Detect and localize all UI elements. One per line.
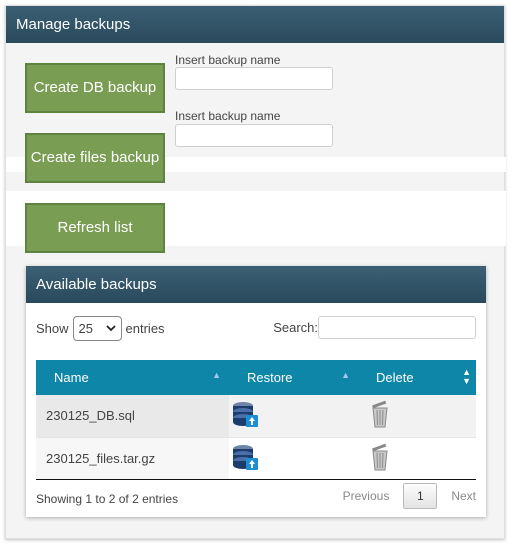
column-restore-label: Restore	[247, 370, 293, 385]
entries-select-value: 25	[78, 320, 93, 336]
files-backup-name-label: Insert backup name	[175, 109, 281, 123]
backup-name-cell: 230125_DB.sql	[36, 395, 229, 437]
entries-length-control: Show 25 entries	[36, 315, 165, 341]
column-delete-label: Delete	[376, 370, 414, 385]
sort-both-icon: ▲ ▼	[462, 367, 471, 386]
table-info: Showing 1 to 2 of 2 entries	[36, 492, 179, 506]
create-files-backup-button[interactable]: Create files backup	[25, 133, 165, 183]
column-header-delete[interactable]: Delete ▲ ▼	[358, 360, 476, 395]
entries-label: entries	[125, 320, 165, 336]
chevron-down-icon	[105, 324, 116, 331]
restore-cell	[229, 395, 358, 437]
entries-select[interactable]: 25	[72, 315, 122, 341]
previous-page-button[interactable]: Previous	[343, 489, 390, 503]
column-name-label: Name	[54, 370, 89, 385]
search-input[interactable]	[318, 316, 476, 339]
refresh-list-button[interactable]: Refresh list	[25, 203, 165, 253]
column-header-name[interactable]: Name ▲	[36, 360, 229, 395]
database-restore-icon[interactable]	[231, 400, 259, 431]
trash-icon[interactable]	[370, 400, 390, 431]
show-label: Show	[36, 320, 69, 336]
files-backup-name-input[interactable]	[175, 124, 333, 147]
available-backups-title: Available backups	[26, 266, 486, 303]
search-label: Search:	[273, 320, 318, 335]
page-1-button[interactable]: 1	[403, 483, 438, 509]
panel-title: Manage backups	[6, 6, 504, 43]
restore-cell	[229, 436, 358, 480]
trash-icon[interactable]	[370, 443, 390, 474]
next-page-button[interactable]: Next	[451, 489, 476, 503]
table-row: 230125_files.tar.gz	[36, 436, 476, 480]
table-row: 230125_DB.sql	[36, 395, 476, 437]
db-backup-name-input[interactable]	[175, 67, 333, 90]
manage-backups-panel: Manage backups Create DB backup Insert b…	[5, 5, 506, 539]
db-backup-name-label: Insert backup name	[175, 53, 281, 67]
backup-name-cell: 230125_files.tar.gz	[36, 436, 229, 480]
search-control: Search:	[273, 315, 476, 340]
sort-asc-icon: ▲	[341, 370, 350, 380]
backups-table: Name ▲ Restore ▲ Delete ▲ ▼ 230125_DB.sql	[36, 360, 476, 480]
database-restore-icon[interactable]	[231, 443, 259, 474]
delete-cell	[358, 395, 476, 437]
sort-asc-icon: ▲	[212, 370, 221, 380]
delete-cell	[358, 436, 476, 480]
available-backups-card: Available backups Show 25 entries Search…	[26, 266, 486, 517]
create-db-backup-button[interactable]: Create DB backup	[25, 63, 165, 113]
column-header-restore[interactable]: Restore ▲	[229, 360, 358, 395]
pagination: Previous 1 Next	[343, 483, 476, 509]
